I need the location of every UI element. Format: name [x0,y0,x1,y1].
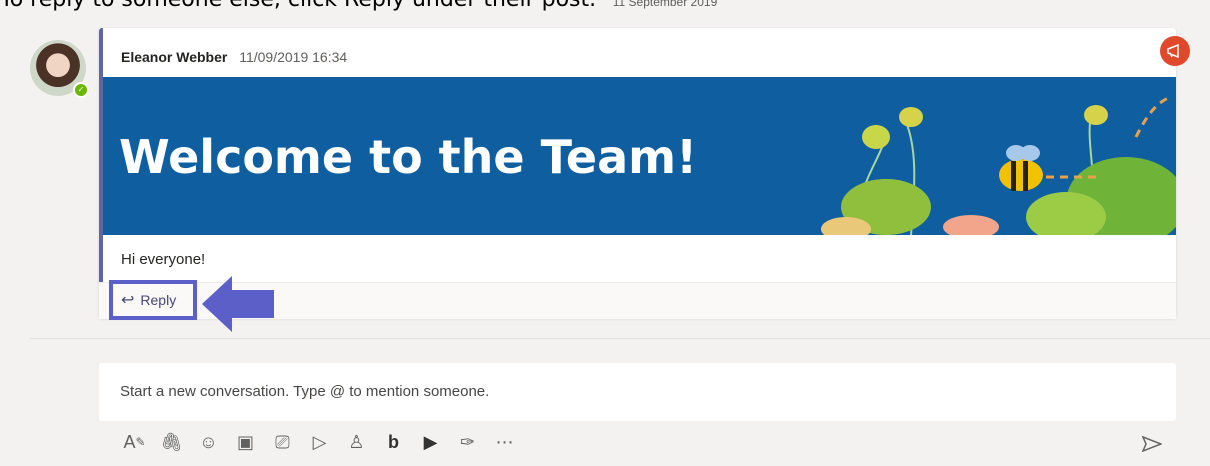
message-header: Eleanor Webber 11/09/2019 16:34 [121,48,347,66]
format-icon[interactable]: A ✎ [121,428,148,456]
attach-icon[interactable]: 🖇 [158,428,185,456]
announcement-icon [1160,36,1190,66]
message-card: Eleanor Webber 11/09/2019 16:34 Welcome … [99,28,1176,320]
emoji-icon[interactable]: ☺ [195,428,222,456]
reply-button[interactable]: ↩ Reply [109,280,197,320]
presence-available-icon: ✓ [73,82,89,98]
bee-illustration [821,95,1176,235]
avatar[interactable]: ✓ [30,40,89,98]
reply-arrow-icon: ↩ [121,292,135,309]
reply-label: Reply [140,292,177,308]
message-body: Hi everyone! [121,251,206,268]
more-apps-icon[interactable]: ✑ [454,428,481,456]
author-name[interactable]: Eleanor Webber [121,49,227,65]
message-timestamp: 11/09/2019 16:34 [239,49,348,65]
send-icon[interactable] [1140,432,1164,456]
section-divider [30,338,1210,339]
bing-icon[interactable]: b [380,428,407,456]
date-divider: 11 September 2019 [612,0,718,9]
compose-box[interactable]: Start a new conversation. Type @ to ment… [99,363,1176,421]
compose-toolbar: A ✎ 🖇 ☺ ▣ ⎚ ▷ ♙ b ▶ ✑ ⋯ [121,428,528,456]
sticker-icon[interactable]: ▣ [232,428,259,456]
banner-title: Welcome to the Team! [119,130,698,184]
more-options-icon[interactable]: ⋯ [491,428,518,456]
praise-icon[interactable]: ♙ [343,428,370,456]
stream-icon[interactable]: ▷ [306,428,333,456]
compose-input[interactable]: Start a new conversation. Type @ to ment… [120,383,489,400]
pointer-arrow-annotation [202,276,274,332]
welcome-banner: Welcome to the Team! [103,77,1176,235]
meet-now-icon[interactable]: ⎚ [269,428,296,456]
youtube-icon[interactable]: ▶ [417,428,444,456]
